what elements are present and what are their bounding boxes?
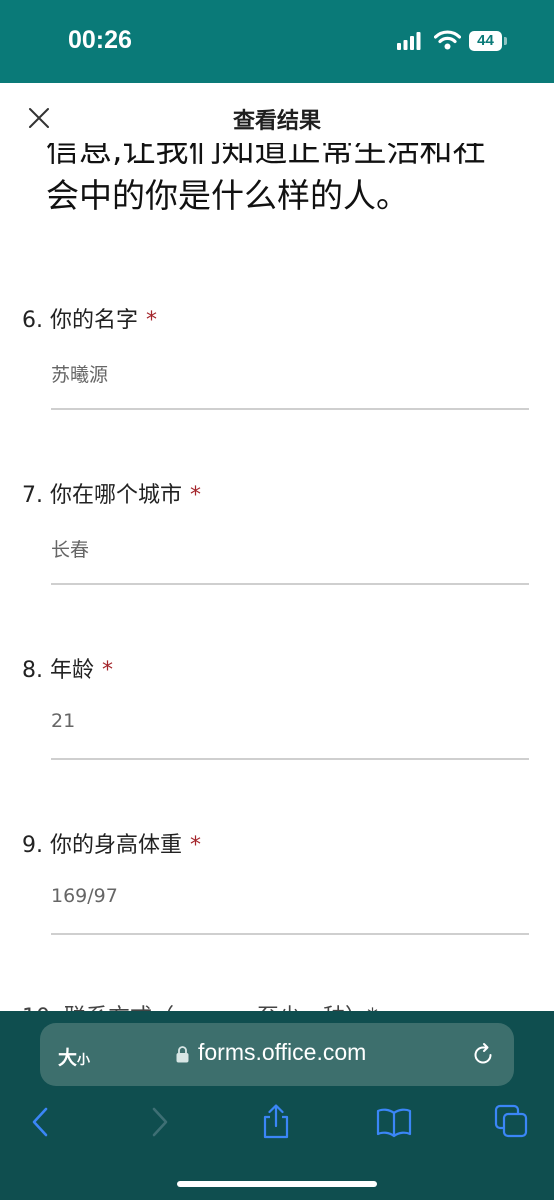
question-label: 8. 年龄 *	[22, 658, 113, 683]
home-indicator[interactable]	[177, 1181, 377, 1187]
form-content[interactable]: 信息,让我们知道正常生活和社会中的你是什么样的人。 6. 你的名字 * 苏曦源 7…	[0, 143, 554, 1011]
answer-value: 21	[51, 710, 76, 732]
top-nav: 查看结果	[0, 83, 554, 143]
battery-icon: 44	[469, 31, 502, 51]
question-label: 7. 你在哪个城市 *	[22, 483, 201, 508]
address-bar[interactable]: 大小 forms.office.com	[40, 1023, 514, 1086]
back-icon[interactable]	[22, 1104, 58, 1140]
share-icon[interactable]	[258, 1104, 294, 1140]
question-label: 9. 你的身高体重 *	[22, 833, 201, 858]
url-text[interactable]: forms.office.com	[198, 1039, 366, 1066]
lock-icon	[176, 1046, 189, 1063]
status-bar: 00:26 44	[0, 0, 554, 83]
forward-icon[interactable]	[142, 1104, 178, 1140]
answer-underline	[51, 758, 529, 760]
tabs-icon[interactable]	[494, 1104, 530, 1140]
answer-underline	[51, 583, 529, 585]
wifi-icon	[434, 30, 461, 50]
required-star: *	[189, 483, 201, 508]
required-star: *	[189, 833, 201, 858]
question-label: 6. 你的名字 *	[22, 308, 157, 333]
answer-value: 苏曦源	[51, 364, 109, 386]
cellular-signal-icon	[397, 32, 421, 50]
intro-text: 信息,让我们知道正常生活和社会中的你是什么样的人。	[46, 143, 486, 215]
status-time: 00:26	[68, 26, 132, 54]
battery-cap	[504, 37, 507, 45]
text-size-button[interactable]: 大小	[58, 1043, 90, 1070]
battery-level: 44	[477, 32, 494, 49]
reload-icon[interactable]	[470, 1042, 496, 1068]
question-contact-partial: 10. 联系方式（qq、vx 至少一种）*	[22, 999, 378, 1011]
required-star: *	[145, 308, 157, 333]
answer-value: 169/97	[51, 885, 118, 907]
bookmarks-icon[interactable]	[376, 1104, 412, 1140]
required-star: *	[101, 658, 113, 683]
answer-value: 长春	[51, 539, 90, 561]
answer-underline	[51, 933, 529, 935]
answer-underline	[51, 408, 529, 410]
browser-toolbar: 大小 forms.office.com	[0, 1011, 554, 1200]
page-title: 查看结果	[232, 109, 321, 134]
